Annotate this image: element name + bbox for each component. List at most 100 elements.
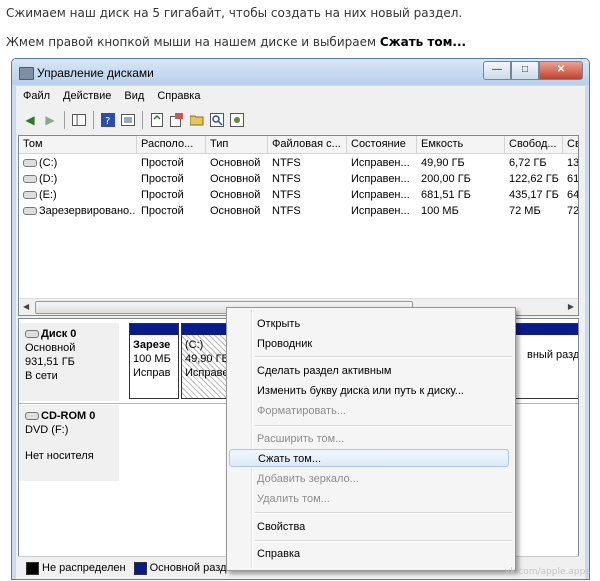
- volume-capacity: 200,00 ГБ: [421, 173, 471, 185]
- menu-item-format[interactable]: Форматировать...: [257, 402, 346, 420]
- volume-row[interactable]: (D:) Простой Основной NTFS Исправен... 2…: [19, 171, 578, 187]
- drive-icon: [23, 207, 37, 216]
- volume-list: Том Располо... Тип Файловая с... Состоян…: [18, 135, 579, 316]
- column-layout[interactable]: Располо...: [137, 136, 206, 153]
- column-status[interactable]: Состояние: [347, 136, 417, 153]
- volume-status: Исправен...: [351, 205, 410, 217]
- menu-item-shrink-volume[interactable]: Сжать том...: [229, 449, 509, 467]
- menu-item-help[interactable]: Справка: [257, 545, 300, 563]
- volume-filesystem: NTFS: [272, 173, 301, 185]
- menu-item-make-active[interactable]: Сделать раздел активным: [257, 362, 391, 380]
- volume-layout: Простой: [141, 205, 184, 217]
- volume-type: Основной: [210, 173, 261, 185]
- volume-name-cell: (D:): [19, 171, 136, 187]
- volume-layout: Простой: [141, 157, 184, 169]
- article-line-1: Сжимаем наш диск на 5 гигабайт, чтобы со…: [6, 6, 463, 20]
- column-capacity[interactable]: Емкость: [417, 136, 505, 153]
- unallocated-swatch: [26, 561, 39, 575]
- minimize-button[interactable]: —: [483, 61, 511, 80]
- watermark: vk.com/apple.apps: [504, 567, 590, 577]
- view-icon[interactable]: [120, 112, 136, 128]
- partition-reserved[interactable]: Зарезе 100 МБ Исправ: [129, 323, 179, 399]
- back-icon[interactable]: ◀: [22, 112, 38, 128]
- help-icon[interactable]: ?: [100, 112, 116, 128]
- article-line-2: Жмем правой кнопкой мыши на нашем диске …: [6, 35, 466, 49]
- volume-filesystem: NTFS: [272, 157, 301, 169]
- volume-percent-free: 64: [567, 189, 579, 201]
- volume-free: 122,62 ГБ: [509, 173, 559, 185]
- volume-name: (D:): [39, 173, 58, 185]
- toolbar-separator: [64, 110, 65, 129]
- column-percent-free[interactable]: Св: [563, 136, 578, 153]
- drive-icon: [23, 159, 37, 168]
- title-bar[interactable]: Управление дисками — □ ✕: [12, 59, 589, 85]
- window-controls: — □ ✕: [483, 61, 583, 80]
- close-button[interactable]: ✕: [539, 61, 583, 80]
- volume-status: Исправен...: [351, 189, 410, 201]
- disk-0-type: Основной: [25, 342, 76, 354]
- column-free-space[interactable]: Свобод...: [505, 136, 563, 153]
- forward-icon[interactable]: ▶: [42, 112, 58, 128]
- toolbar-separator: [142, 110, 143, 129]
- menu-item-open[interactable]: Открыть: [257, 315, 300, 333]
- svg-text:?: ?: [105, 116, 110, 127]
- scroll-left-icon[interactable]: ◀: [23, 302, 29, 311]
- settings-icon[interactable]: [229, 112, 245, 128]
- menu-item-delete[interactable]: Удалить том...: [257, 490, 330, 508]
- volume-row[interactable]: Зарезервировано... Простой Основной NTFS…: [19, 203, 578, 219]
- volume-filesystem: NTFS: [272, 205, 301, 217]
- cd-drive-icon: [25, 412, 39, 421]
- volume-status: Исправен...: [351, 173, 410, 185]
- volume-layout: Простой: [141, 189, 184, 201]
- volume-layout: Простой: [141, 173, 184, 185]
- menu-item-change-letter[interactable]: Изменить букву диска или путь к диску...: [257, 382, 464, 400]
- legend-unallocated: Не распределен: [42, 562, 126, 574]
- article-line-2-bold: Сжать том...: [379, 35, 467, 49]
- properties-icon[interactable]: [169, 112, 185, 128]
- console-tree-icon[interactable]: [71, 112, 87, 128]
- cdrom-drive: DVD (F:): [25, 424, 69, 436]
- volume-capacity: 49,90 ГБ: [421, 157, 465, 169]
- menu-item-add-mirror[interactable]: Добавить зеркало...: [257, 470, 359, 488]
- search-icon[interactable]: [209, 112, 225, 128]
- partition-stripe: [130, 324, 178, 335]
- volume-percent-free: 72: [567, 205, 579, 217]
- open-icon[interactable]: [189, 112, 205, 128]
- menu-item-properties[interactable]: Свойства: [257, 518, 305, 536]
- scroll-right-icon[interactable]: ▶: [568, 302, 574, 311]
- cdrom-name: CD-ROM 0: [41, 410, 96, 422]
- toolbar: ◀ ▶ ?: [16, 107, 585, 132]
- disk-0-label[interactable]: Диск 0 Основной 931,51 ГБ В сети: [19, 323, 119, 401]
- refresh-icon[interactable]: [149, 112, 165, 128]
- volume-status: Исправен...: [351, 157, 410, 169]
- volume-free: 6,72 ГБ: [509, 157, 547, 169]
- menu-action[interactable]: Действие: [56, 88, 117, 106]
- volume-row[interactable]: (E:) Простой Основной NTFS Исправен... 6…: [19, 187, 578, 203]
- menu-view[interactable]: Вид: [117, 88, 150, 106]
- volume-list-header: Том Располо... Тип Файловая с... Состоян…: [19, 136, 578, 154]
- column-filesystem[interactable]: Файловая с...: [268, 136, 347, 153]
- menu-separator: [255, 425, 512, 427]
- partition-body: Зарезе 100 МБ Исправ: [133, 338, 171, 380]
- menu-item-explorer[interactable]: Проводник: [257, 335, 312, 353]
- volume-type: Основной: [210, 189, 261, 201]
- cdrom-status: Нет носителя: [25, 450, 94, 462]
- volume-percent-free: 13: [567, 157, 579, 169]
- cdrom-0-label[interactable]: CD-ROM 0 DVD (F:) Нет носителя: [19, 405, 119, 481]
- volume-capacity: 681,51 ГБ: [421, 189, 471, 201]
- partition-size: 100 МБ: [133, 353, 171, 365]
- volume-name-cell: (C:): [19, 155, 136, 171]
- maximize-button[interactable]: □: [511, 61, 539, 80]
- volume-row[interactable]: (C:) Простой Основной NTFS Исправен... 4…: [19, 155, 578, 171]
- hard-disk-icon: [25, 330, 39, 339]
- drive-icon: [23, 175, 37, 184]
- menu-file[interactable]: Файл: [16, 88, 56, 106]
- column-type[interactable]: Тип: [206, 136, 268, 153]
- menu-separator: [255, 356, 512, 358]
- menu-item-extend[interactable]: Расширить том...: [257, 430, 344, 448]
- column-volume[interactable]: Том: [19, 136, 137, 153]
- menu-help[interactable]: Справка: [150, 88, 206, 106]
- volume-name-cell: (E:): [19, 187, 136, 203]
- volume-type: Основной: [210, 205, 261, 217]
- primary-partition-swatch: [133, 561, 147, 575]
